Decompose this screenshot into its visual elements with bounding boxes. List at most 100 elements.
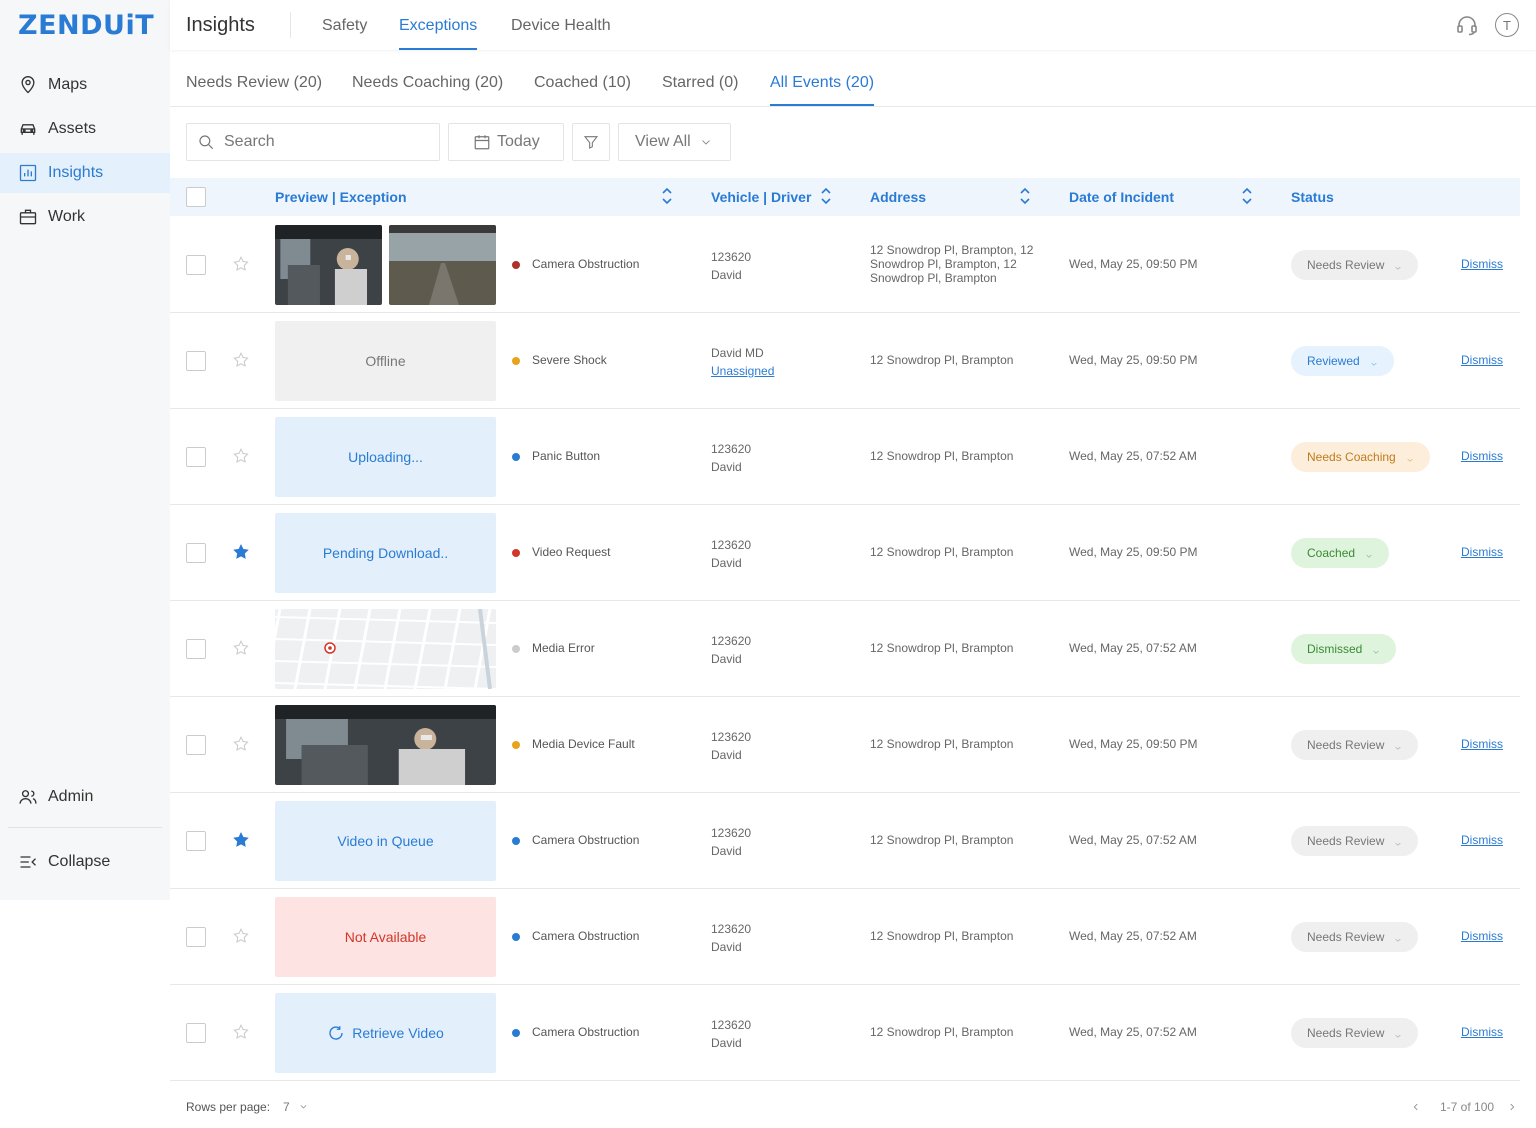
star-icon[interactable]	[232, 735, 252, 755]
preview-status[interactable]: Uploading...	[275, 417, 496, 497]
dismiss-link[interactable]: Dismiss	[1461, 1025, 1503, 1039]
row-checkbox[interactable]	[186, 351, 206, 371]
star-icon[interactable]	[232, 639, 252, 659]
sidebar-item-maps[interactable]: Maps	[0, 65, 170, 105]
sidebar-item-insights[interactable]: Insights	[0, 153, 170, 193]
star-icon[interactable]	[232, 351, 252, 371]
table-row[interactable]: Pending Download.. Video Request 123620 Dav…	[170, 505, 1520, 601]
cabin-camera-thumbnail[interactable]	[275, 705, 496, 785]
status-dropdown[interactable]: Needs Review	[1291, 1018, 1419, 1048]
search-icon	[199, 135, 214, 150]
headset-support-icon[interactable]	[1455, 13, 1479, 37]
preview-status[interactable]: Not Available	[275, 897, 496, 977]
status-dropdown[interactable]: Coached	[1291, 538, 1390, 568]
status-dropdown[interactable]: Needs Review	[1291, 250, 1419, 280]
map-preview[interactable]	[275, 609, 496, 689]
table-row[interactable]: Retrieve Video Camera Obstruction 123620 Da…	[170, 985, 1520, 1081]
subtab-needs-review[interactable]: Needs Review (20)	[186, 74, 322, 106]
row-checkbox[interactable]	[186, 831, 206, 851]
search-box[interactable]: Search	[186, 123, 440, 161]
status-dropdown[interactable]: Needs Coaching	[1291, 442, 1430, 472]
status-dropdown[interactable]: Needs Review	[1291, 826, 1419, 856]
dismiss-link[interactable]: Dismiss	[1461, 257, 1503, 271]
star-icon[interactable]	[232, 447, 252, 467]
col-address[interactable]: Address	[870, 189, 926, 205]
sidebar-item-assets[interactable]: Assets	[0, 109, 170, 149]
dismiss-link[interactable]: Dismiss	[1461, 833, 1503, 847]
table-row[interactable]: Camera Obstruction 123620 David 12 Snowdrop…	[170, 217, 1520, 313]
sidebar-item-work[interactable]: Work	[0, 197, 170, 237]
vehicle-id: 123620	[711, 442, 752, 456]
search-input[interactable]: Search	[224, 133, 275, 151]
col-status[interactable]: Status	[1291, 189, 1334, 205]
zenduit-logo[interactable]: ZENDUiT	[18, 10, 154, 41]
row-checkbox[interactable]	[186, 255, 206, 275]
prev-page-icon[interactable]	[1411, 1101, 1421, 1113]
row-checkbox[interactable]	[186, 735, 206, 755]
cabin-camera-thumbnail[interactable]	[275, 225, 382, 305]
row-checkbox[interactable]	[186, 927, 206, 947]
incident-address: 12 Snowdrop Pl, Brampton	[870, 929, 1014, 943]
tab-exceptions[interactable]: Exceptions	[399, 17, 478, 50]
dismiss-link[interactable]: Dismiss	[1461, 545, 1503, 559]
row-checkbox[interactable]	[186, 543, 206, 563]
col-vehicle-driver[interactable]: Vehicle | Driver	[711, 189, 811, 205]
driver-name: David	[711, 748, 742, 762]
subtab-starred[interactable]: Starred (0)	[662, 74, 738, 106]
table-header: Preview | Exception Vehicle | Driver Add…	[170, 178, 1520, 216]
status-dropdown[interactable]: Dismissed	[1291, 634, 1397, 664]
preview-status[interactable]: Retrieve Video	[275, 993, 496, 1073]
driver-link[interactable]: Unassigned	[711, 364, 774, 378]
tab-safety[interactable]: Safety	[322, 17, 367, 50]
tab-device-health[interactable]: Device Health	[511, 17, 611, 50]
preview-status[interactable]: Pending Download..	[275, 513, 496, 593]
severity-dot	[512, 645, 520, 653]
sort-icon[interactable]	[661, 186, 673, 206]
dismiss-link[interactable]: Dismiss	[1461, 449, 1503, 463]
sort-icon[interactable]	[1241, 186, 1253, 206]
collapse-button[interactable]: Collapse	[0, 842, 170, 882]
star-icon[interactable]	[232, 831, 252, 851]
preview-status[interactable]: Offline	[275, 321, 496, 401]
dismiss-link[interactable]: Dismiss	[1461, 929, 1503, 943]
chevron-down-icon	[1372, 645, 1380, 654]
sidebar-item-label: Admin	[48, 788, 94, 805]
star-icon[interactable]	[232, 927, 252, 947]
subtab-coached[interactable]: Coached (10)	[534, 74, 631, 106]
view-dropdown[interactable]: View All	[618, 123, 731, 161]
subtab-needs-coaching[interactable]: Needs Coaching (20)	[352, 74, 503, 106]
row-checkbox[interactable]	[186, 639, 206, 659]
incident-date: Wed, May 25, 07:52 AM	[1069, 1025, 1197, 1039]
dismiss-link[interactable]: Dismiss	[1461, 737, 1503, 751]
row-checkbox[interactable]	[186, 1023, 206, 1043]
status-dropdown[interactable]: Needs Review	[1291, 922, 1419, 952]
status-dropdown[interactable]: Reviewed	[1291, 346, 1394, 376]
preview-status[interactable]: Video in Queue	[275, 801, 496, 881]
filter-button[interactable]	[572, 123, 610, 161]
date-filter-button[interactable]: Today	[448, 123, 564, 161]
rows-per-page-select[interactable]: 7	[283, 1100, 308, 1114]
sort-icon[interactable]	[1019, 186, 1031, 206]
star-icon[interactable]	[232, 1023, 252, 1043]
star-icon[interactable]	[232, 543, 252, 563]
next-page-icon[interactable]	[1507, 1101, 1517, 1113]
subtab-all-events[interactable]: All Events (20)	[770, 74, 875, 106]
status-dropdown[interactable]: Needs Review	[1291, 730, 1419, 760]
table-row[interactable]: Media Error 123620 David 12 Snowdrop Pl, Br…	[170, 601, 1520, 697]
select-all-checkbox[interactable]	[186, 187, 206, 207]
table-row[interactable]: Media Device Fault 123620 David 12 Snowdrop…	[170, 697, 1520, 793]
sort-icon[interactable]	[820, 186, 832, 206]
dismiss-link[interactable]: Dismiss	[1461, 353, 1503, 367]
col-preview-exception[interactable]: Preview | Exception	[275, 189, 407, 205]
col-date-of-incident[interactable]: Date of Incident	[1069, 189, 1174, 205]
table-row[interactable]: Uploading... Panic Button 123620 David 12 Sn…	[170, 409, 1520, 505]
severity-dot	[512, 837, 520, 845]
user-avatar[interactable]: T	[1495, 13, 1519, 37]
table-row[interactable]: Video in Queue Camera Obstruction 123620 Da…	[170, 793, 1520, 889]
row-checkbox[interactable]	[186, 447, 206, 467]
table-row[interactable]: Offline Severe Shock David MD Unassigned 12 …	[170, 313, 1520, 409]
table-row[interactable]: Not Available Camera Obstruction 123620 Dav…	[170, 889, 1520, 985]
star-icon[interactable]	[232, 255, 252, 275]
road-camera-thumbnail[interactable]	[389, 225, 496, 305]
sidebar-item-admin[interactable]: Admin	[0, 777, 170, 817]
